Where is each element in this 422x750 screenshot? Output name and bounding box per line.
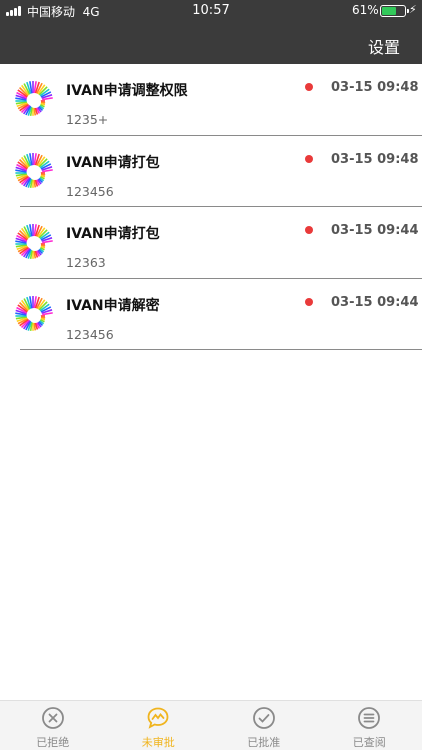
list-item[interactable]: IVAN申请打包 12363 03-15 09:44 [0, 207, 422, 279]
app-logo-icon [12, 152, 54, 194]
check-circle-icon [252, 706, 276, 730]
battery-percent: 61% [352, 3, 379, 17]
x-circle-icon [41, 706, 65, 730]
approval-list: IVAN申请调整权限 1235+ 03-15 09:48 IVAN申请打包 123456… [0, 64, 422, 350]
tab-label: 已批准 [247, 736, 281, 749]
status-bar: 中国移动 4G 10:57 61% ⚡ [0, 0, 422, 22]
settings-button[interactable]: 设置 [368, 34, 400, 58]
unread-dot [305, 154, 313, 163]
list-circle-icon [357, 706, 381, 730]
tab-pending[interactable]: 未审批 [106, 701, 212, 750]
tab-reviewed[interactable]: 已查阅 [317, 701, 422, 750]
app-logo-icon [12, 295, 54, 337]
item-time: 03-15 09:44 [331, 223, 419, 238]
pending-chat-icon [146, 706, 170, 730]
list-item[interactable]: IVAN申请解密 123456 03-15 09:44 [0, 279, 422, 350]
charging-icon: ⚡ [409, 3, 417, 16]
tab-label: 已拒绝 [36, 736, 70, 749]
bottom-tab-bar: 已拒绝 未审批 已批准 已查阅 [0, 700, 422, 750]
battery-icon [380, 5, 409, 17]
item-time: 03-15 09:48 [331, 151, 419, 167]
item-subtitle: 12363 [66, 255, 106, 270]
item-time: 03-15 09:44 [331, 294, 419, 310]
item-title: IVAN申请打包 [66, 154, 160, 171]
list-item[interactable]: IVAN申请调整权限 1235+ 03-15 09:48 [0, 64, 422, 136]
app-logo-icon [12, 80, 54, 122]
unread-dot [305, 297, 313, 306]
unread-dot [305, 83, 313, 91]
item-time: 03-15 09:48 [331, 80, 419, 95]
tab-rejected[interactable]: 已拒绝 [0, 701, 106, 750]
top-bar: 中国移动 4G 10:57 61% ⚡ 设置 [0, 0, 422, 64]
item-title: IVAN申请解密 [66, 297, 160, 314]
app-logo-icon [12, 223, 54, 265]
item-title: IVAN申请调整权限 [66, 83, 188, 99]
tab-label: 未审批 [141, 736, 175, 749]
item-subtitle: 123456 [66, 326, 114, 342]
tab-label: 已查阅 [352, 736, 386, 749]
divider [20, 349, 422, 350]
item-title: IVAN申请打包 [66, 226, 160, 242]
list-item[interactable]: IVAN申请打包 123456 03-15 09:48 [0, 136, 422, 207]
item-subtitle: 1235+ [66, 112, 109, 127]
tab-approved[interactable]: 已批准 [211, 701, 317, 750]
unread-dot [305, 226, 313, 234]
item-subtitle: 123456 [66, 183, 114, 199]
